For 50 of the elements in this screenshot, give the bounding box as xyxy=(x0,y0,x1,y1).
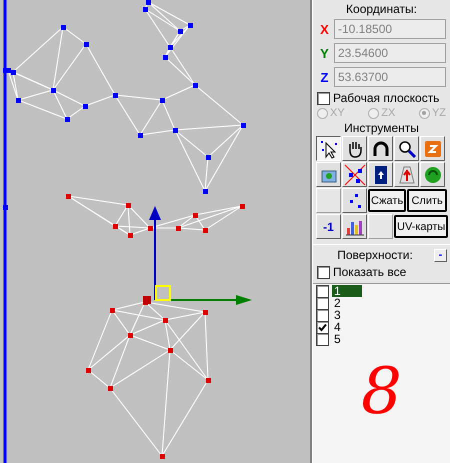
arc-icon xyxy=(370,138,390,158)
surface-item[interactable]: 4 xyxy=(332,321,343,333)
points-tool-button[interactable] xyxy=(342,188,367,213)
minus-one-button[interactable]: -1 xyxy=(316,214,341,239)
arc-tool-button[interactable] xyxy=(368,136,393,161)
handwritten-number: 8 xyxy=(361,355,402,429)
search-icon xyxy=(396,138,416,158)
select-arrow-icon xyxy=(318,138,338,158)
surfaces-title: Поверхности: xyxy=(336,248,414,262)
pan-tool-button[interactable] xyxy=(342,136,367,161)
pivot-handle[interactable] xyxy=(155,285,171,301)
axis-label: Z xyxy=(320,70,330,84)
collapse-button[interactable]: - xyxy=(434,248,447,262)
recycle-icon xyxy=(424,166,442,184)
checkbox[interactable] xyxy=(316,320,329,334)
checkbox[interactable] xyxy=(316,284,329,298)
book-tool-button[interactable] xyxy=(368,162,393,187)
uv-maps-button[interactable]: UV-карты xyxy=(394,215,448,238)
surface-item[interactable]: 1 xyxy=(332,285,362,297)
weight-icon xyxy=(398,164,416,184)
cross-tool-button[interactable] xyxy=(342,162,367,187)
book-icon xyxy=(372,164,388,184)
select-tool-button[interactable] xyxy=(316,136,341,161)
horizontal-axis-arrow[interactable] xyxy=(171,295,252,305)
surface-item[interactable]: 2 xyxy=(332,297,343,309)
weight-tool-button[interactable] xyxy=(394,162,419,187)
checkbox[interactable] xyxy=(316,296,329,310)
checkbox[interactable] xyxy=(316,332,329,346)
checkbox[interactable] xyxy=(317,266,330,278)
origin-handle[interactable] xyxy=(143,296,151,304)
surface-item[interactable]: 3 xyxy=(332,309,343,321)
badge-tool-button[interactable] xyxy=(420,136,445,161)
merge-button[interactable]: Слить xyxy=(407,189,447,212)
chart-tool-button[interactable] xyxy=(342,214,367,239)
checkbox[interactable] xyxy=(316,308,329,322)
tools-title: Инструменты xyxy=(343,120,420,136)
checkbox-label: Показать все xyxy=(333,265,406,279)
surface-item[interactable]: 5 xyxy=(332,333,343,345)
rotate-badge-icon xyxy=(424,140,442,158)
checkbox-label: Рабочая плоскость xyxy=(333,91,440,105)
vertical-axis-arrow[interactable] xyxy=(149,206,161,300)
axis-label: Y xyxy=(319,46,330,60)
box-tool-button[interactable] xyxy=(316,162,341,187)
axis-label: X xyxy=(319,22,330,36)
cross-dots-icon xyxy=(344,164,366,186)
coordinates-title: Координаты: xyxy=(345,1,418,17)
compress-button[interactable]: Сжать xyxy=(368,189,406,212)
recycle-tool-button[interactable] xyxy=(420,162,445,187)
checkbox[interactable] xyxy=(317,92,330,104)
zoom-tool-button[interactable] xyxy=(394,136,419,161)
